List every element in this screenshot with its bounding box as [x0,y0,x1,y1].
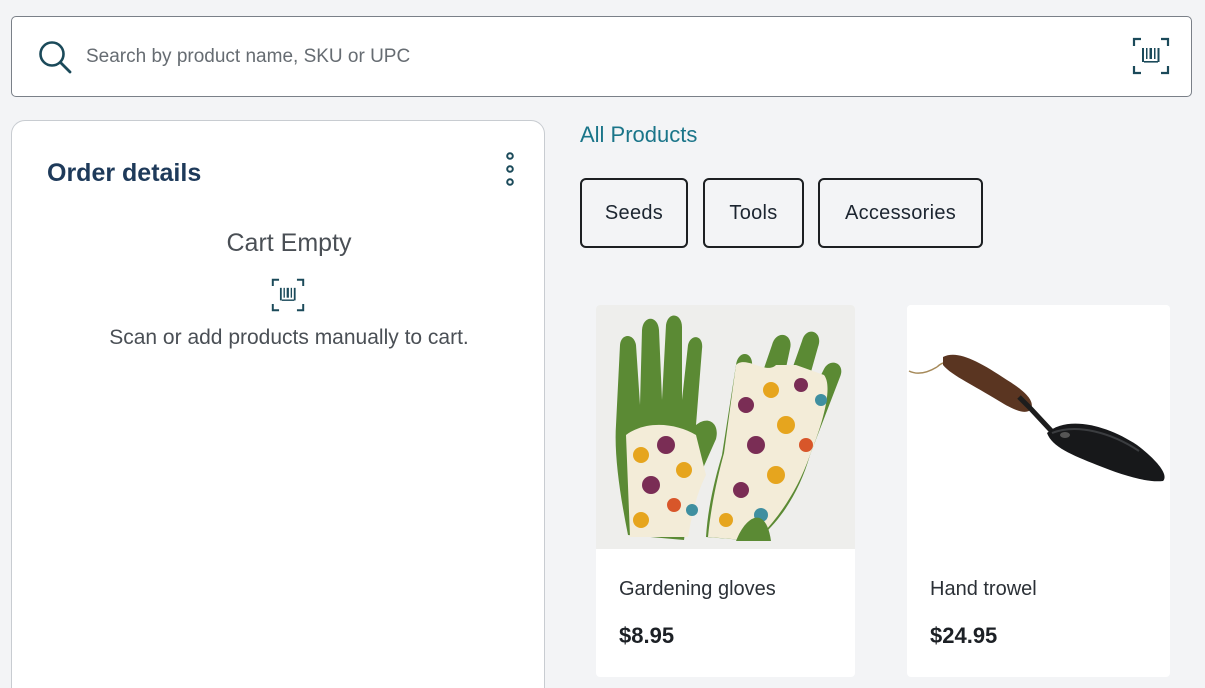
barcode-scan-icon[interactable] [1132,37,1170,75]
search-icon[interactable] [37,39,73,75]
category-seeds-button[interactable]: Seeds [580,178,688,248]
kebab-menu-icon[interactable] [498,151,522,189]
product-card-gardening-gloves[interactable]: Gardening gloves $8.95 [596,305,855,677]
search-input[interactable] [86,39,1046,75]
product-card-hand-trowel[interactable]: Hand trowel $24.95 [907,305,1170,677]
order-details-title: Order details [47,159,202,187]
gloves-illustration [615,315,842,541]
product-image-gloves [596,305,855,549]
category-accessories-button[interactable]: Accessories [818,178,983,248]
category-tools-button[interactable]: Tools [703,178,804,248]
breadcrumb-all-products[interactable]: All Products [580,122,697,148]
product-name: Gardening gloves [619,578,776,600]
product-price: $8.95 [619,623,675,648]
order-details-panel: Order details Cart Empty Scan or add pro… [11,120,545,688]
product-name: Hand trowel [930,578,1037,600]
search-bar [11,16,1192,97]
product-price: $24.95 [930,623,998,648]
product-image-trowel [907,305,1170,549]
cart-empty-title: Cart Empty [226,229,352,257]
cart-empty-hint: Scan or add products manually to cart. [109,326,469,349]
trowel-illustration [908,354,1165,482]
barcode-scan-icon[interactable] [271,277,305,313]
